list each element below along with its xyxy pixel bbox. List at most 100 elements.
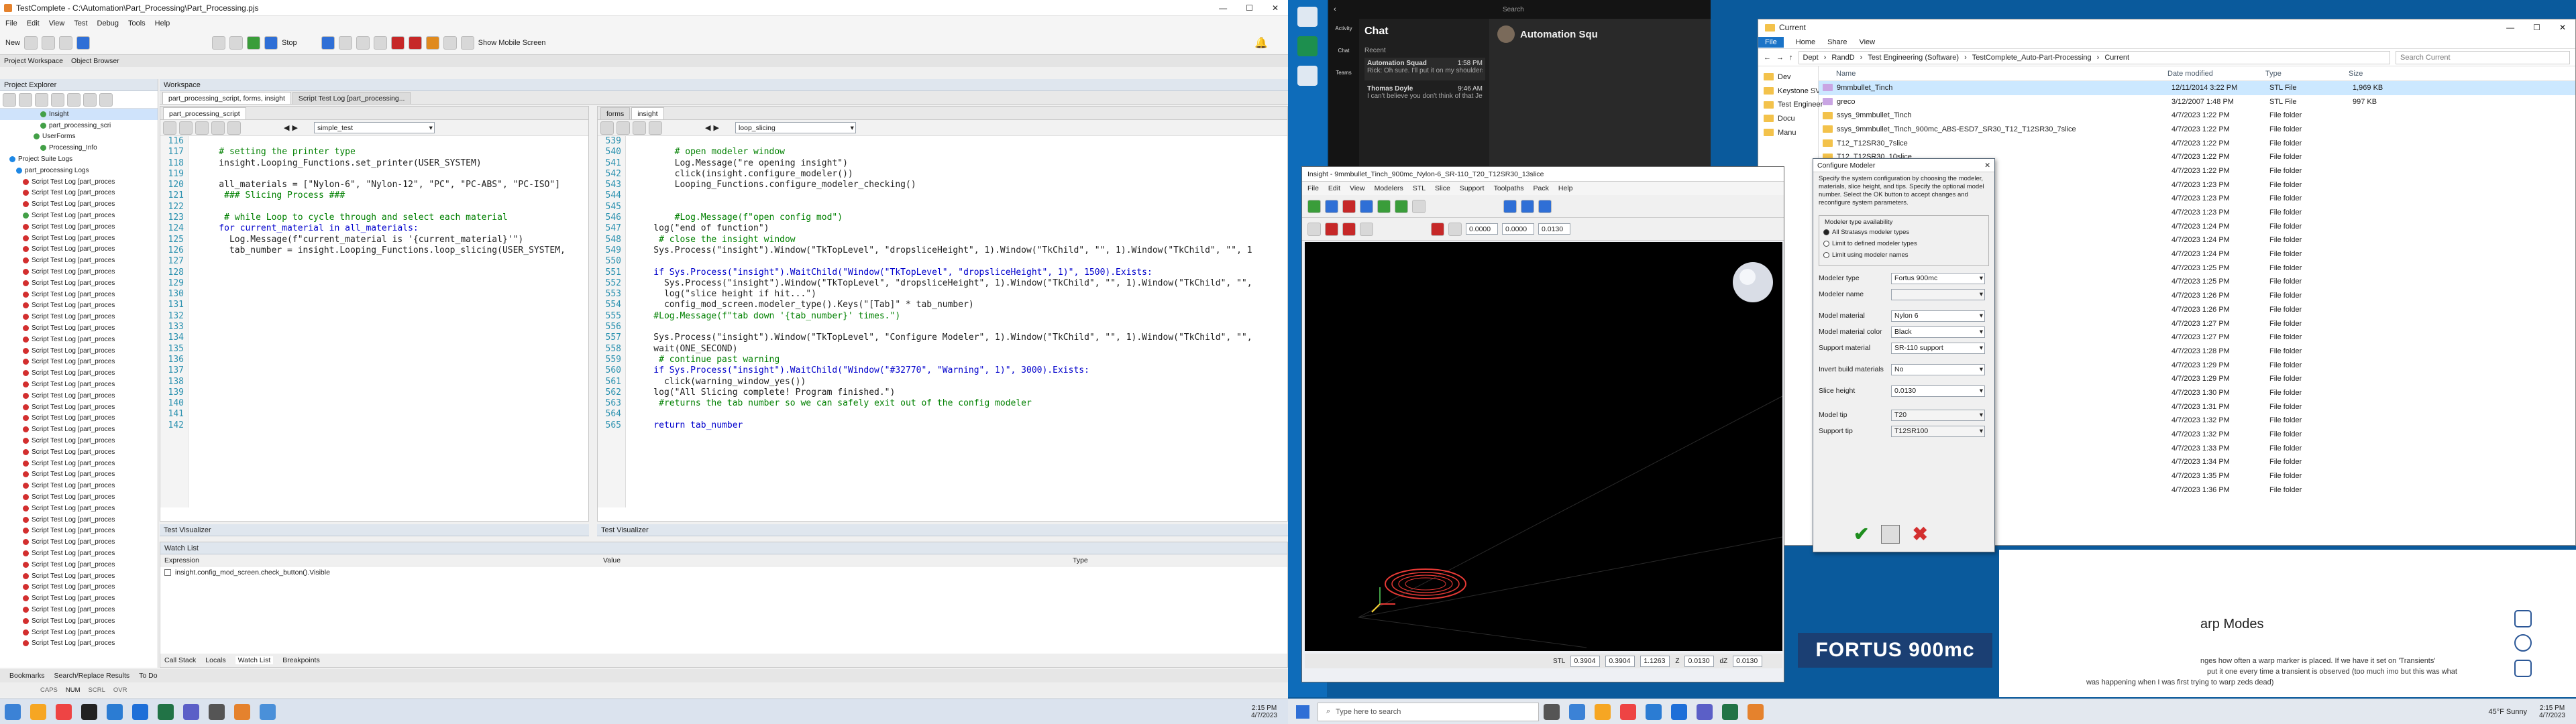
excel-icon[interactable]: [1722, 703, 1738, 720]
log-item[interactable]: Script Test Log [part_proces: [0, 581, 158, 593]
menu-item[interactable]: Pack: [1534, 184, 1549, 192]
weather[interactable]: 45°F Sunny: [2488, 708, 2527, 716]
log-item[interactable]: Script Test Log [part_proces: [0, 176, 158, 188]
code-line[interactable]: #Log.Message(f"tab down '{tab_number}' t…: [633, 311, 1287, 322]
code-line[interactable]: [198, 322, 588, 333]
log-item[interactable]: Script Test Log [part_proces: [0, 402, 158, 413]
file-row[interactable]: greco 3/12/2007 1:48 PM STL File 997 KB: [1819, 95, 2575, 109]
shortcut-icon[interactable]: [1297, 36, 1318, 56]
menu-item[interactable]: STL: [1413, 184, 1426, 192]
code-area[interactable]: # open modeler window Log.Message("re op…: [626, 136, 1287, 507]
log-item[interactable]: Script Test Log [part_proces: [0, 379, 158, 390]
nav-item[interactable]: Test Engineer: [1758, 98, 1823, 112]
notepad-icon[interactable]: [260, 703, 276, 720]
app-icon[interactable]: [56, 703, 72, 720]
up-icon[interactable]: ↑: [1789, 54, 1793, 62]
tab-call-stack[interactable]: Call Stack: [164, 656, 196, 664]
calculator-icon[interactable]: [1881, 524, 1900, 544]
code-line[interactable]: [633, 136, 1287, 147]
task-view-icon[interactable]: [1544, 703, 1560, 720]
new-button[interactable]: New: [5, 39, 20, 47]
log-item[interactable]: Script Test Log [part_proces: [0, 357, 158, 368]
tree-item[interactable]: part_processing_scri: [0, 120, 158, 131]
tab-insight[interactable]: insight: [631, 107, 664, 119]
menu-debug[interactable]: Debug: [97, 19, 119, 27]
menu-share[interactable]: Share: [1827, 38, 1847, 46]
support-icon[interactable]: [1395, 199, 1408, 213]
object-spy-icon[interactable]: [373, 36, 387, 50]
code-line[interactable]: [198, 333, 588, 343]
code-line[interactable]: Sys.Process("insight").Window("TkTopLeve…: [633, 278, 1287, 289]
code-line[interactable]: # close the insight window: [633, 235, 1287, 245]
tree-item[interactable]: UserForms: [0, 131, 158, 143]
dropdown-field[interactable]: 0.0130 ▾: [1891, 385, 1985, 397]
explorer-tool5-icon[interactable]: [67, 93, 80, 107]
code-line[interactable]: # continue past warning: [633, 355, 1287, 365]
save-icon[interactable]: [42, 36, 56, 50]
chat-item[interactable]: Automation Squad 1:58 PM Rick: Oh sure. I…: [1364, 58, 1485, 80]
slice-icon[interactable]: [1342, 199, 1356, 213]
file-row[interactable]: ssys_9mmbullet_Tinch_900mc_ABS-ESD7_SR30…: [1819, 123, 2575, 137]
bookmark-icon[interactable]: [227, 121, 241, 135]
tree-item[interactable]: part_processing Logs: [0, 165, 158, 176]
log-item[interactable]: Script Test Log [part_proces: [0, 244, 158, 255]
log-item[interactable]: Script Test Log [part_proces: [0, 413, 158, 424]
back-icon[interactable]: ◀: [705, 123, 710, 132]
bell-icon[interactable]: 🔔: [1254, 36, 1268, 50]
zoom-fit-icon[interactable]: [1538, 199, 1552, 213]
zoom-out-icon[interactable]: [1521, 199, 1534, 213]
menu-file[interactable]: File: [1758, 36, 1784, 48]
back-icon[interactable]: ◀: [284, 123, 289, 132]
code-line[interactable]: Log.Message(f"current_material is '{curr…: [198, 235, 588, 245]
chrome-icon[interactable]: [5, 703, 21, 720]
tab-locals[interactable]: Locals: [205, 656, 225, 664]
recycle-bin-icon[interactable]: [1297, 7, 1318, 27]
teams-icon[interactable]: [1697, 703, 1713, 720]
app-icon[interactable]: [1620, 703, 1636, 720]
stop-icon[interactable]: [264, 36, 278, 50]
log-item[interactable]: Script Test Log [part_proces: [0, 435, 158, 446]
code-line[interactable]: [198, 136, 588, 147]
code-line[interactable]: [198, 398, 588, 409]
comment-icon[interactable]: [2514, 610, 2532, 627]
code-line[interactable]: [198, 377, 588, 387]
code-line[interactable]: # while Loop to cycle through and select…: [198, 213, 588, 223]
code-line[interactable]: [198, 311, 588, 322]
code-line[interactable]: [198, 355, 588, 365]
layers-icon[interactable]: [1360, 199, 1373, 213]
comment-icon[interactable]: [195, 121, 209, 135]
uncomment-icon[interactable]: [649, 121, 662, 135]
tab-object-browser[interactable]: Object Browser: [71, 57, 119, 65]
nav-chat[interactable]: Chat: [1328, 48, 1359, 54]
code-line[interactable]: insight.Looping_Functions.set_printer(US…: [198, 158, 588, 169]
tab-watch-list[interactable]: Watch List: [235, 656, 274, 664]
code-line[interactable]: [198, 387, 588, 398]
dropdown-field[interactable]: ▾: [1891, 288, 1985, 300]
tab-bookmarks[interactable]: Bookmarks: [9, 672, 45, 680]
cancel-x-icon[interactable]: ✖: [1912, 523, 1927, 545]
forward-icon[interactable]: ▶: [713, 123, 718, 132]
nav-item[interactable]: Keystone SVT: [1758, 84, 1825, 99]
log-item[interactable]: Script Test Log [part_proces: [0, 638, 158, 649]
nav-item[interactable]: Manu: [1758, 126, 1818, 140]
breadcrumb[interactable]: Dept › RandD › Test Engineering (Software) › T…: [1798, 50, 2390, 64]
tab-scripts[interactable]: part_processing_script, forms, insight: [162, 92, 291, 104]
right-clock[interactable]: 2:15 PM 4/7/2023: [2539, 705, 2565, 719]
dropdown-field[interactable]: T12SR100 ▾: [1891, 425, 1985, 437]
dropdown-field[interactable]: SR-110 support ▾: [1891, 342, 1985, 354]
menu-tools[interactable]: Tools: [128, 19, 146, 27]
log-item[interactable]: Script Test Log [part_proces: [0, 188, 158, 199]
outlook-icon[interactable]: [1646, 703, 1662, 720]
file-row[interactable]: 9mmbullet_Tinch 12/11/2014 3:22 PM STL Fil…: [1819, 81, 2575, 95]
log-item[interactable]: Script Test Log [part_proces: [0, 570, 158, 582]
log-item[interactable]: Script Test Log [part_proces: [0, 322, 158, 334]
radio-limit-names[interactable]: Limit using modeler names: [1823, 251, 1984, 259]
log-item[interactable]: Script Test Log [part_proces: [0, 233, 158, 244]
code-line[interactable]: [198, 169, 588, 180]
column-name[interactable]: Name: [1819, 70, 2167, 78]
step-over-icon[interactable]: [356, 36, 370, 50]
log-item[interactable]: Script Test Log [part_proces: [0, 255, 158, 266]
radio-limit-defined[interactable]: Limit to defined modeler types: [1823, 240, 1984, 247]
back-icon[interactable]: ‹: [1334, 5, 1336, 13]
flag-icon[interactable]: [1307, 199, 1321, 213]
